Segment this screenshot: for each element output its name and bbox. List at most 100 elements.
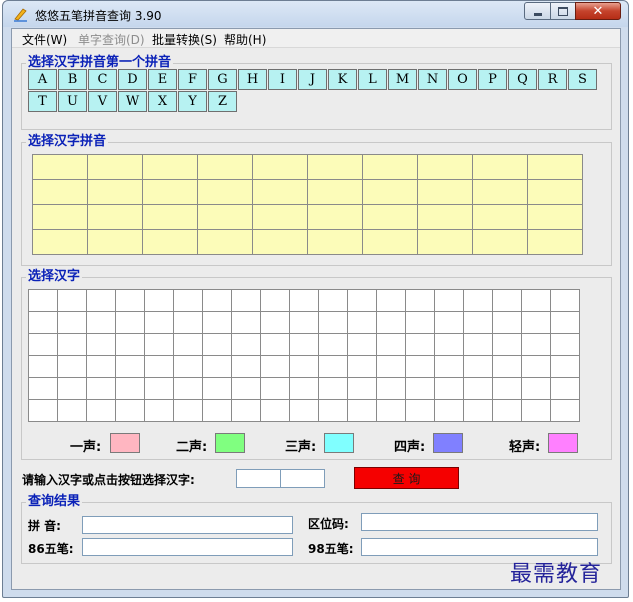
letter-button-v[interactable]: V — [88, 91, 117, 112]
hanzi-cell[interactable] — [434, 333, 464, 356]
pinyin-cell[interactable] — [87, 154, 143, 180]
hanzi-cell[interactable] — [463, 289, 493, 312]
pinyin-cell[interactable] — [417, 179, 473, 205]
pinyin-cell[interactable] — [142, 229, 198, 255]
hanzi-cell[interactable] — [202, 289, 232, 312]
hanzi-cell[interactable] — [28, 289, 58, 312]
hanzi-cell[interactable] — [550, 289, 580, 312]
hanzi-cell[interactable] — [405, 333, 435, 356]
hanzi-cell[interactable] — [550, 399, 580, 422]
hanzi-cell[interactable] — [115, 399, 145, 422]
letter-button-b[interactable]: B — [58, 69, 87, 90]
pinyin-cell[interactable] — [472, 229, 528, 255]
hanzi-cell[interactable] — [202, 399, 232, 422]
hanzi-cell[interactable] — [260, 311, 290, 334]
hanzi-cell[interactable] — [86, 377, 116, 400]
letter-button-q[interactable]: Q — [508, 69, 537, 90]
pinyin-cell[interactable] — [527, 229, 583, 255]
letter-button-y[interactable]: Y — [178, 91, 207, 112]
hanzi-cell[interactable] — [144, 333, 174, 356]
hanzi-cell[interactable] — [521, 289, 551, 312]
hanzi-cell[interactable] — [202, 355, 232, 378]
pinyin-cell[interactable] — [87, 179, 143, 205]
hanzi-cell[interactable] — [405, 289, 435, 312]
pinyin-cell[interactable] — [197, 229, 253, 255]
hanzi-cell[interactable] — [28, 355, 58, 378]
pinyin-cell[interactable] — [252, 179, 308, 205]
hanzi-cell[interactable] — [144, 399, 174, 422]
hanzi-cell[interactable] — [376, 311, 406, 334]
hanzi-cell[interactable] — [289, 289, 319, 312]
pinyin-cell[interactable] — [32, 179, 88, 205]
letter-button-e[interactable]: E — [148, 69, 177, 90]
hanzi-cell[interactable] — [57, 333, 87, 356]
hanzi-cell[interactable] — [57, 311, 87, 334]
hanzi-cell[interactable] — [492, 377, 522, 400]
hanzi-input-extra[interactable] — [280, 469, 325, 488]
title-bar[interactable]: 悠悠五笔拼音查询 3.90 ✕ — [3, 1, 628, 27]
hanzi-cell[interactable] — [347, 377, 377, 400]
pinyin-cell[interactable] — [142, 204, 198, 230]
hanzi-cell[interactable] — [260, 377, 290, 400]
hanzi-cell[interactable] — [202, 333, 232, 356]
hanzi-cell[interactable] — [57, 355, 87, 378]
hanzi-cell[interactable] — [115, 355, 145, 378]
hanzi-cell[interactable] — [434, 289, 464, 312]
pinyin-cell[interactable] — [307, 204, 363, 230]
hanzi-cell[interactable] — [57, 289, 87, 312]
hanzi-input[interactable] — [236, 469, 281, 488]
pinyin-cell[interactable] — [362, 229, 418, 255]
pinyin-cell[interactable] — [252, 154, 308, 180]
pinyin-cell[interactable] — [472, 154, 528, 180]
hanzi-cell[interactable] — [260, 399, 290, 422]
wubi98-result-field[interactable] — [361, 538, 598, 556]
hanzi-cell[interactable] — [492, 311, 522, 334]
pinyin-cell[interactable] — [32, 154, 88, 180]
hanzi-cell[interactable] — [173, 377, 203, 400]
hanzi-cell[interactable] — [550, 355, 580, 378]
hanzi-cell[interactable] — [173, 333, 203, 356]
pinyin-cell[interactable] — [142, 154, 198, 180]
hanzi-cell[interactable] — [57, 377, 87, 400]
pinyin-cell[interactable] — [307, 229, 363, 255]
hanzi-cell[interactable] — [289, 355, 319, 378]
menu-file[interactable]: 文件(W) — [22, 31, 67, 48]
hanzi-cell[interactable] — [347, 289, 377, 312]
hanzi-cell[interactable] — [318, 311, 348, 334]
hanzi-cell[interactable] — [521, 311, 551, 334]
hanzi-cell[interactable] — [231, 377, 261, 400]
hanzi-cell[interactable] — [376, 289, 406, 312]
hanzi-cell[interactable] — [492, 289, 522, 312]
letter-button-k[interactable]: K — [328, 69, 357, 90]
hanzi-cell[interactable] — [405, 355, 435, 378]
hanzi-cell[interactable] — [318, 399, 348, 422]
hanzi-cell[interactable] — [376, 399, 406, 422]
hanzi-cell[interactable] — [550, 333, 580, 356]
hanzi-cell[interactable] — [260, 289, 290, 312]
hanzi-cell[interactable] — [405, 377, 435, 400]
pinyin-cell[interactable] — [362, 179, 418, 205]
hanzi-cell[interactable] — [86, 289, 116, 312]
letter-button-l[interactable]: L — [358, 69, 387, 90]
hanzi-cell[interactable] — [492, 333, 522, 356]
pinyin-cell[interactable] — [472, 179, 528, 205]
hanzi-cell[interactable] — [521, 333, 551, 356]
hanzi-cell[interactable] — [86, 311, 116, 334]
hanzi-cell[interactable] — [28, 377, 58, 400]
pinyin-result-field[interactable] — [82, 516, 293, 534]
hanzi-cell[interactable] — [144, 289, 174, 312]
letter-button-m[interactable]: M — [388, 69, 417, 90]
hanzi-cell[interactable] — [347, 333, 377, 356]
pinyin-cell[interactable] — [87, 229, 143, 255]
pinyin-cell[interactable] — [527, 154, 583, 180]
hanzi-cell[interactable] — [521, 377, 551, 400]
hanzi-cell[interactable] — [86, 333, 116, 356]
letter-button-h[interactable]: H — [238, 69, 267, 90]
hanzi-cell[interactable] — [347, 355, 377, 378]
letter-button-r[interactable]: R — [538, 69, 567, 90]
maximize-button[interactable] — [550, 2, 576, 20]
hanzi-cell[interactable] — [463, 377, 493, 400]
letter-button-c[interactable]: C — [88, 69, 117, 90]
hanzi-cell[interactable] — [28, 399, 58, 422]
hanzi-cell[interactable] — [492, 355, 522, 378]
